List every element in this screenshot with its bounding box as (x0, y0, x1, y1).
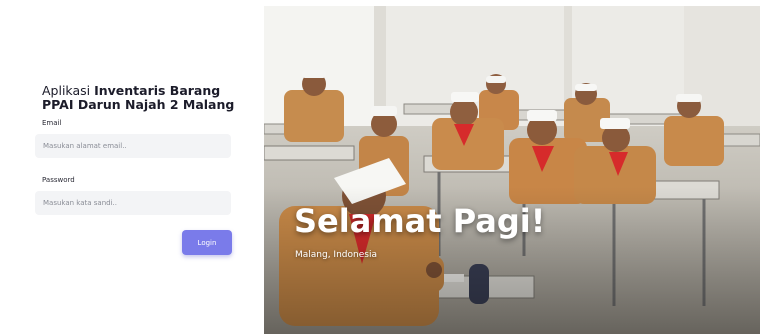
classroom-illustration (264, 6, 760, 334)
page-title: Aplikasi Inventaris Barang PPAI Darun Na… (42, 84, 252, 111)
location-text: Malang, Indonesia (295, 250, 377, 260)
email-input[interactable] (35, 134, 231, 158)
hero-photo: Selamat Pagi! Malang, Indonesia (264, 6, 760, 334)
login-button[interactable]: Login (182, 230, 232, 255)
password-input[interactable] (35, 191, 231, 215)
greeting-text: Selamat Pagi! (294, 202, 546, 240)
password-label: Password (42, 176, 75, 184)
email-label: Email (42, 119, 62, 127)
login-panel: Aplikasi Inventaris Barang PPAI Darun Na… (0, 0, 264, 334)
